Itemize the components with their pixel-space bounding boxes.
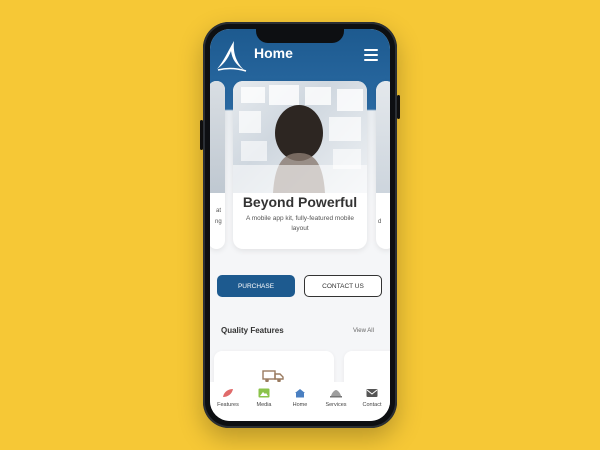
view-all-link[interactable]: View All <box>353 328 374 334</box>
media-icon <box>258 388 270 398</box>
slide-image <box>233 81 367 193</box>
contact-us-button[interactable]: CONTACT US <box>304 275 382 297</box>
purchase-button[interactable]: PURCHASE <box>217 275 295 297</box>
mail-icon <box>366 389 378 397</box>
slider-peek-text: ng <box>215 219 222 225</box>
home-icon <box>295 389 305 398</box>
slide-subtitle: A mobile app kit, fully-featured mobile … <box>245 215 355 232</box>
tab-features[interactable]: Features <box>210 382 246 421</box>
tab-label: Media <box>256 402 272 408</box>
logo-icon <box>217 41 247 72</box>
phone-side-button <box>397 95 400 119</box>
section-title: Quality Features <box>221 326 284 335</box>
phone-frame: Home at ng Beyond Powerful A mobile app … <box>203 22 397 428</box>
tab-services[interactable]: Services <box>318 382 354 421</box>
phone-notch <box>256 29 344 43</box>
tab-label: Home <box>292 402 308 408</box>
tab-label: Contact <box>362 402 382 408</box>
truck-icon <box>262 370 284 383</box>
slider-peek-text: at <box>216 208 222 214</box>
tab-label: Services <box>325 402 347 408</box>
phone-screen: Home at ng Beyond Powerful A mobile app … <box>210 29 390 421</box>
page-title: Home <box>254 45 293 61</box>
slider-peek-text: d <box>378 219 382 225</box>
slider-card[interactable]: Beyond Powerful A mobile app kit, fully-… <box>233 81 367 249</box>
tab-label: Features <box>217 402 239 408</box>
bottom-tab-bar: Features Media Home Services Contact <box>210 382 390 421</box>
slider-card-next[interactable]: d <box>376 81 390 249</box>
tab-media[interactable]: Media <box>246 382 282 421</box>
leaf-icon <box>223 389 233 397</box>
tab-contact[interactable]: Contact <box>354 382 390 421</box>
slider-card-previous[interactable]: at ng <box>210 81 225 249</box>
tab-home[interactable]: Home <box>282 382 318 421</box>
services-icon <box>330 390 342 398</box>
slide-title: Beyond Powerful <box>242 194 358 210</box>
hamburger-menu-icon[interactable] <box>364 49 378 61</box>
